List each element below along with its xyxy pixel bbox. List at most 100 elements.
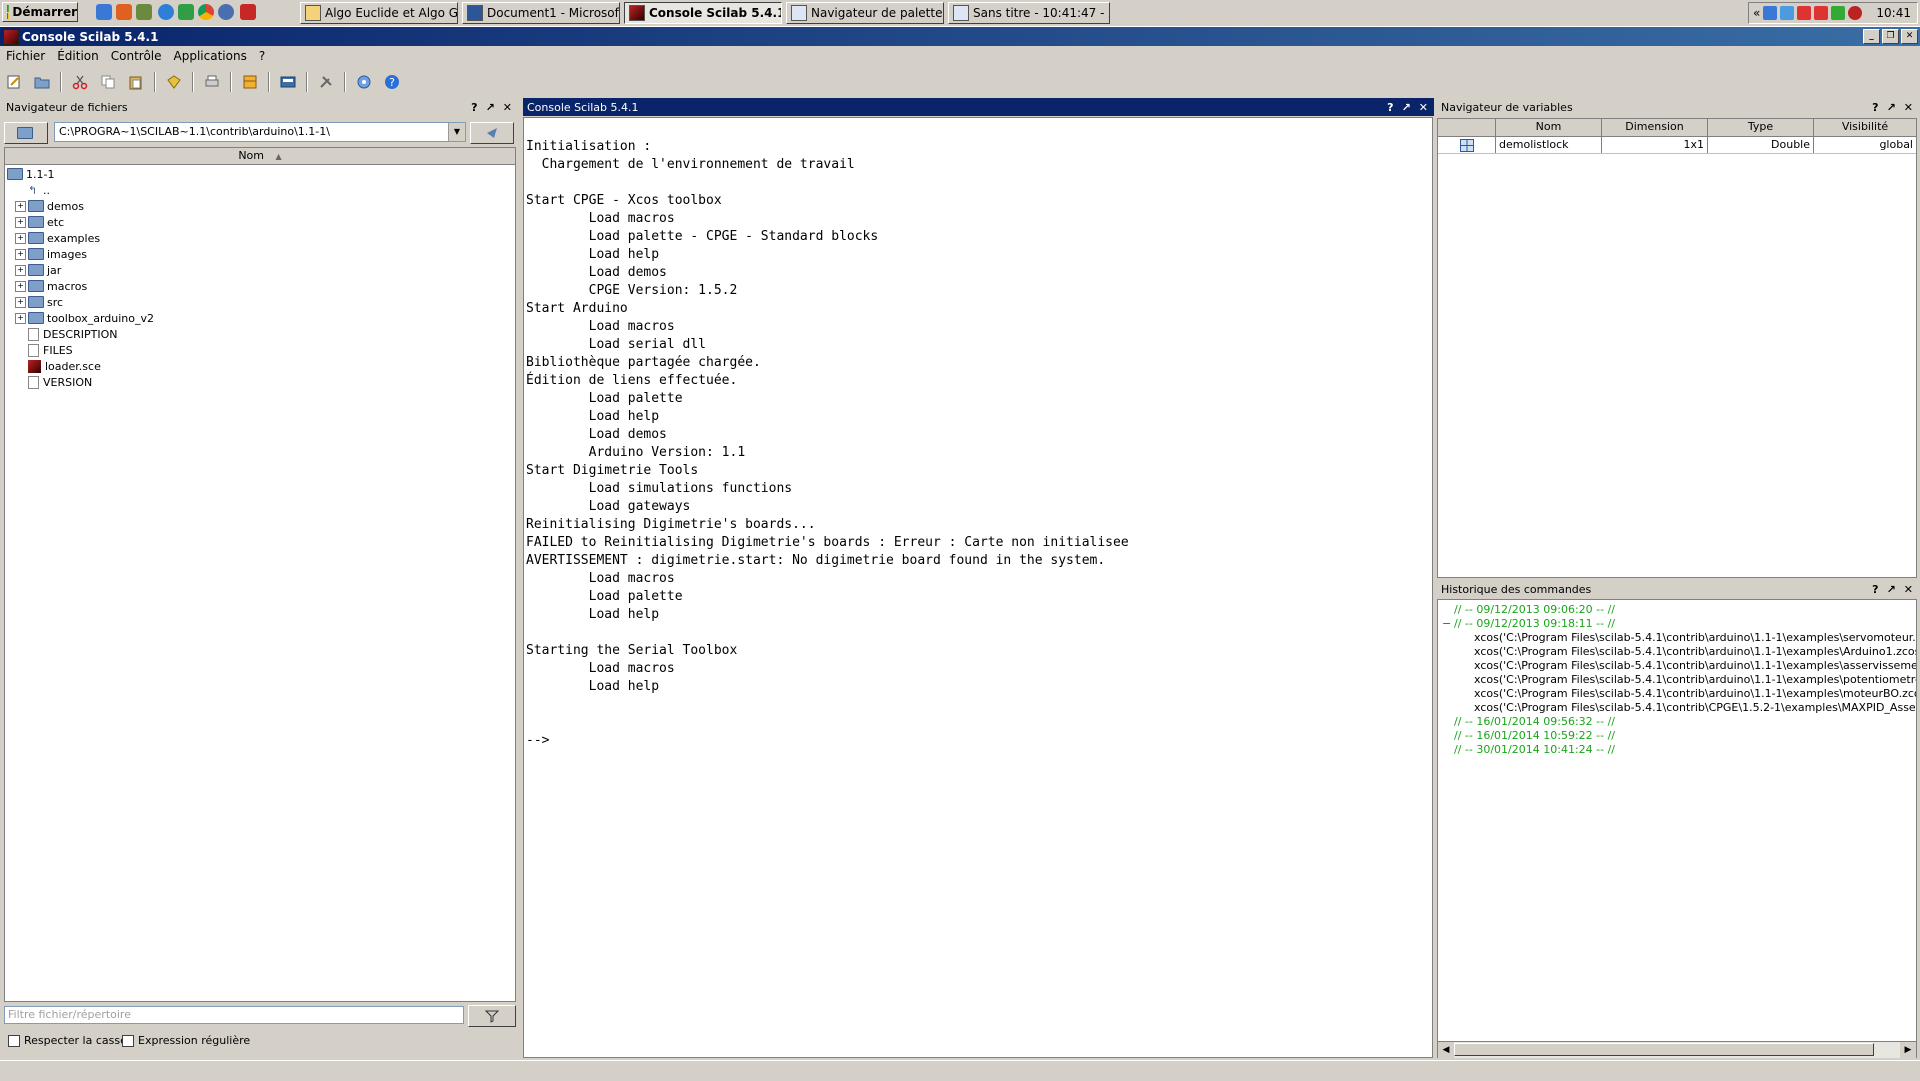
expand-icon[interactable]: + [15,264,26,276]
tree-item[interactable]: VERSION [7,374,512,390]
help-icon[interactable]: ? [1872,583,1878,596]
menu-fichier[interactable]: Fichier [0,49,51,63]
table-row[interactable]: demolistlock 1x1 Double global [1438,137,1916,154]
undock-icon[interactable]: ↗ [486,101,495,114]
scroll-right-icon[interactable]: ▶ [1900,1042,1916,1058]
history-command[interactable]: xcos('C:\Program Files\scilab-5.4.1\cont… [1438,658,1916,672]
column-header-type[interactable]: Type [1708,119,1814,136]
module-manager-icon[interactable] [315,71,337,93]
column-header-icon[interactable] [1438,119,1496,136]
menu-edition[interactable]: Édition [51,49,105,63]
paste-icon[interactable] [125,71,147,93]
expand-icon[interactable]: + [15,248,26,260]
expand-icon[interactable]: + [15,216,26,228]
xcos-icon[interactable] [277,71,299,93]
tree-item[interactable]: + demos [7,198,512,214]
help-icon[interactable]: ? [1872,101,1878,114]
scrollbar-thumb[interactable] [1454,1043,1874,1056]
start-button[interactable]: Démarrer [2,2,78,22]
go-up-button[interactable] [470,122,514,144]
history-session[interactable]: // -- 09/12/2013 09:06:20 -- // [1438,602,1916,616]
path-combo[interactable]: C:\PROGRA~1\SCILAB~1.1\contrib\arduino\1… [54,122,466,142]
tree-item[interactable]: + macros [7,278,512,294]
console-text[interactable]: Initialisation : Chargement de l'environ… [524,118,1432,750]
new-script-icon[interactable] [3,71,25,93]
restore-button[interactable]: ❐ [1882,29,1899,44]
tree-item[interactable]: + src [7,294,512,310]
history-session[interactable]: // -- 30/01/2014 10:41:24 -- // [1438,742,1916,756]
expand-icon[interactable]: + [15,312,26,324]
expand-icon[interactable]: + [15,296,26,308]
close-button[interactable]: ✕ [1901,29,1918,44]
collapse-icon[interactable]: − [1442,617,1454,630]
pdf-icon[interactable] [240,4,256,20]
expand-icon[interactable]: + [15,200,26,212]
horizontal-scrollbar[interactable]: ◀ ▶ [1438,1041,1916,1058]
undock-icon[interactable]: ↗ [1887,101,1896,114]
tree-item[interactable]: + etc [7,214,512,230]
app-icon[interactable] [218,4,234,20]
chevron-down-icon[interactable]: ▼ [448,123,465,141]
show-desktop-icon[interactable] [96,4,112,20]
column-header-nom[interactable]: Nom ▲ [5,148,515,165]
task-button[interactable]: Navigateur de palettes - ... [786,2,944,24]
browse-folder-button[interactable] [4,122,48,144]
close-icon[interactable]: ✕ [1904,101,1913,114]
change-directory-icon[interactable] [163,71,185,93]
help-icon[interactable]: ? [1387,101,1393,114]
clock[interactable]: 10:41 [1876,6,1911,20]
tree-item[interactable]: DESCRIPTION [7,326,512,342]
tray-expand-icon[interactable]: « [1753,6,1760,20]
security-icon[interactable] [1831,6,1846,20]
close-icon[interactable]: ✕ [1419,101,1428,114]
tree-item[interactable]: + images [7,246,512,262]
close-icon[interactable]: ✕ [503,101,512,114]
antivirus-icon[interactable] [1797,6,1812,20]
tree-item[interactable]: + toolbox_arduino_v2 [7,310,512,326]
column-header-visibilite[interactable]: Visibilité [1814,119,1916,136]
expand-icon[interactable]: + [15,280,26,292]
tree-item[interactable]: + jar [7,262,512,278]
history-session[interactable]: // -- 16/01/2014 09:56:32 -- // [1438,714,1916,728]
history-command[interactable]: xcos('C:\Program Files\scilab-5.4.1\cont… [1438,630,1916,644]
tree-item[interactable]: 1.1-1 [7,166,512,182]
tool-icon[interactable] [178,4,194,20]
expand-icon[interactable]: + [15,232,26,244]
window-title-bar[interactable]: Console Scilab 5.4.1 _ ❐ ✕ [0,27,1920,46]
close-icon[interactable]: ✕ [1904,583,1913,596]
history-command[interactable]: xcos('C:\Program Files\scilab-5.4.1\cont… [1438,672,1916,686]
stop-icon[interactable] [1848,6,1863,20]
internet-explorer-icon[interactable] [158,4,174,20]
undock-icon[interactable]: ↗ [1887,583,1896,596]
filter-button[interactable] [468,1005,516,1027]
history-command[interactable]: xcos('C:\Program Files\scilab-5.4.1\cont… [1438,700,1916,714]
tree-item[interactable]: + examples [7,230,512,246]
task-button[interactable]: Sans titre - 10:41:47 - Xcos [948,2,1110,24]
history-session[interactable]: −// -- 09/12/2013 09:18:11 -- // [1438,616,1916,630]
office-icon[interactable] [116,4,132,20]
column-header-nom[interactable]: Nom [1496,119,1602,136]
menu-help[interactable]: ? [253,49,271,63]
regex-checkbox[interactable]: Expression régulière [122,1034,250,1047]
help-icon[interactable]: ? [471,101,477,114]
copy-icon[interactable] [97,71,119,93]
tree-item[interactable]: FILES [7,342,512,358]
cut-icon[interactable] [69,71,91,93]
monitor-icon[interactable] [1780,6,1795,20]
print-icon[interactable] [201,71,223,93]
explorer-icon[interactable] [136,4,152,20]
column-header-dimension[interactable]: Dimension [1602,119,1708,136]
task-button[interactable]: Console Scilab 5.4.1 [624,2,782,24]
tree-item[interactable]: loader.sce [7,358,512,374]
task-button[interactable]: Algo Euclide et Algo Glou... [300,2,458,24]
open-file-icon[interactable] [31,71,53,93]
history-session[interactable]: // -- 16/01/2014 10:59:22 -- // [1438,728,1916,742]
console-output[interactable]: Initialisation : Chargement de l'environ… [523,117,1433,1058]
checkbox-box[interactable] [8,1034,20,1047]
variable-browser-icon[interactable] [239,71,261,93]
menu-applications[interactable]: Applications [168,49,253,63]
help-icon[interactable]: ? [381,71,403,93]
chrome-icon[interactable] [198,4,214,20]
history-command[interactable]: xcos('C:\Program Files\scilab-5.4.1\cont… [1438,644,1916,658]
alert-icon[interactable] [1814,6,1829,20]
